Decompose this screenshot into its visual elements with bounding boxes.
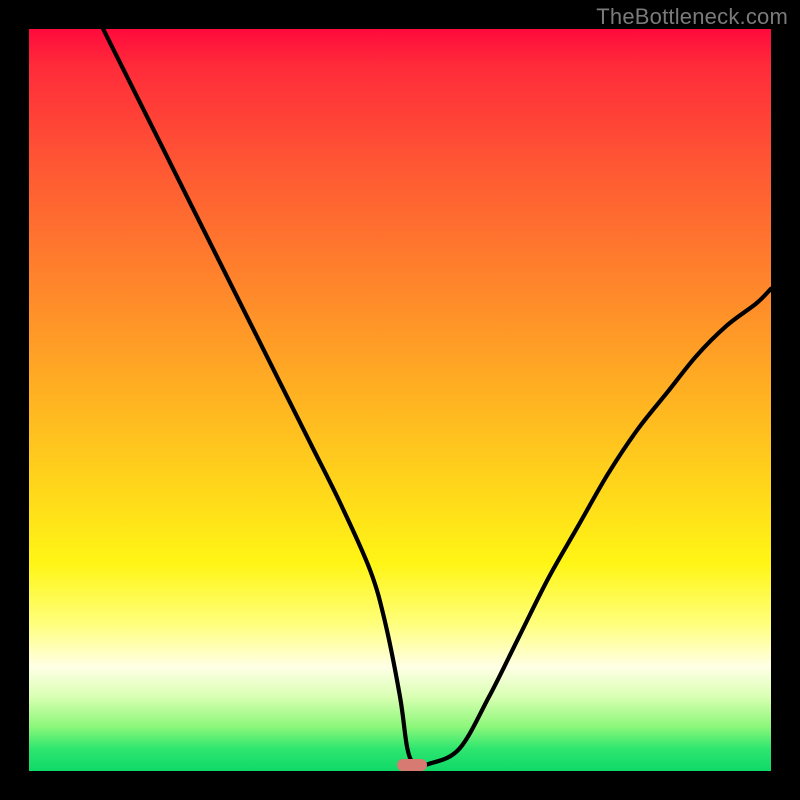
- watermark-text: TheBottleneck.com: [596, 4, 788, 30]
- optimal-zone-marker: [397, 759, 427, 771]
- plot-area: [29, 29, 771, 771]
- chart-frame: TheBottleneck.com: [0, 0, 800, 800]
- bottleneck-curve: [29, 29, 771, 771]
